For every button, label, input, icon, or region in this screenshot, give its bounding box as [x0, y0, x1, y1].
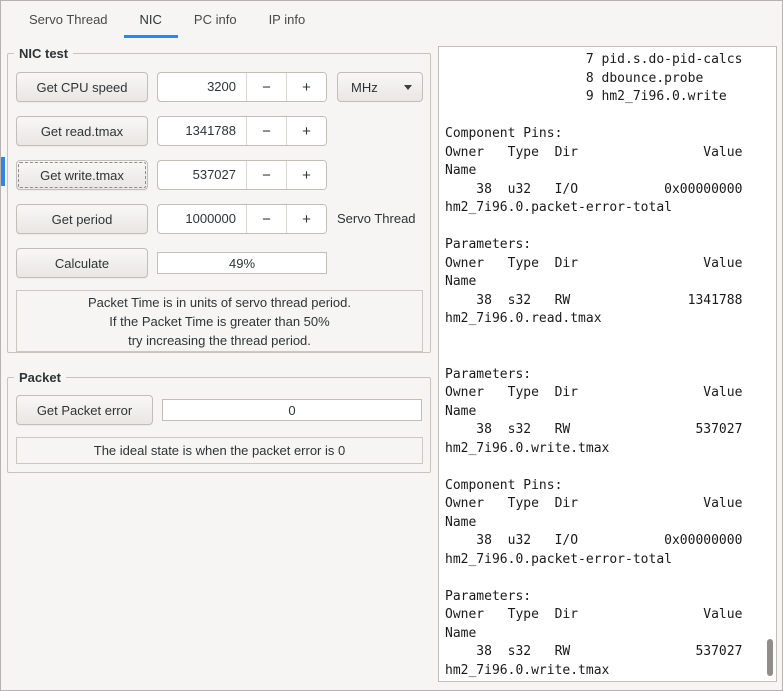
period-increment-button[interactable]: +	[286, 205, 326, 233]
get-cpu-speed-button[interactable]: Get CPU speed	[16, 72, 148, 102]
read-tmax-spinbox: 1341788 − +	[157, 116, 327, 146]
write-tmax-increment-button[interactable]: +	[286, 161, 326, 189]
packet-error-field[interactable]: 0	[162, 399, 422, 421]
tab-pc-info-label: PC info	[193, 12, 237, 27]
tab-pc-info[interactable]: PC info	[178, 1, 253, 38]
packet-error-note: The ideal state is when the packet error…	[16, 437, 423, 464]
dropdown-arrow-icon	[404, 84, 412, 90]
packet-frame-title: Packet	[14, 368, 66, 388]
cpu-speed-spinbox: 3200 − +	[157, 72, 327, 102]
hal-output-panel: 7 pid.s.do-pid-calcs 8 dbounce.probe 9 h…	[438, 46, 777, 682]
read-tmax-increment-button[interactable]: +	[286, 117, 326, 145]
nic-test-frame-title: NIC test	[14, 44, 74, 64]
cpu-speed-decrement-button[interactable]: −	[246, 73, 286, 101]
get-read-tmax-button[interactable]: Get read.tmax	[16, 116, 148, 146]
plus-icon: +	[302, 122, 311, 140]
minus-icon: −	[262, 210, 271, 228]
tab-servo-thread-label: Servo Thread	[29, 12, 108, 27]
servo-thread-label: Servo Thread	[337, 211, 416, 226]
tab-ip-info-label: IP info	[268, 12, 306, 27]
packet-time-progress: 49%	[157, 252, 327, 274]
cpu-speed-value[interactable]: 3200	[158, 73, 246, 101]
tab-nic-label: NIC	[139, 12, 162, 27]
period-spinbox: 1000000 − +	[157, 204, 327, 234]
period-value[interactable]: 1000000	[158, 205, 246, 233]
cpu-speed-increment-button[interactable]: +	[286, 73, 326, 101]
write-tmax-decrement-button[interactable]: −	[246, 161, 286, 189]
cpu-speed-unit-dropdown[interactable]: MHz	[337, 72, 423, 102]
packet-time-note: Packet Time is in units of servo thread …	[16, 290, 423, 352]
tab-bar: Servo Thread NIC PC info IP info	[1, 1, 442, 38]
get-write-tmax-button[interactable]: Get write.tmax	[16, 160, 148, 190]
tab-nic[interactable]: NIC	[123, 1, 178, 38]
tab-ip-info[interactable]: IP info	[253, 1, 322, 38]
minus-icon: −	[262, 78, 271, 96]
packet-frame: Packet Get Packet error 0 The ideal stat…	[7, 368, 431, 473]
app-window: Servo Thread NIC PC info IP info NIC tes…	[0, 0, 783, 691]
get-packet-error-button[interactable]: Get Packet error	[16, 395, 153, 425]
period-decrement-button[interactable]: −	[246, 205, 286, 233]
plus-icon: +	[302, 210, 311, 228]
write-tmax-value[interactable]: 537027	[158, 161, 246, 189]
minus-icon: −	[262, 166, 271, 184]
cpu-speed-unit-value: MHz	[351, 79, 378, 95]
hal-output-text: 7 pid.s.do-pid-calcs 8 dbounce.probe 9 h…	[445, 52, 743, 678]
read-tmax-decrement-button[interactable]: −	[246, 117, 286, 145]
vertical-scrollbar-thumb[interactable]	[767, 639, 773, 676]
plus-icon: +	[302, 78, 311, 96]
left-edge-focus-indicator	[1, 157, 5, 186]
write-tmax-spinbox: 537027 − +	[157, 160, 327, 190]
active-tab-indicator	[123, 35, 178, 38]
tab-servo-thread[interactable]: Servo Thread	[13, 1, 124, 38]
get-period-button[interactable]: Get period	[16, 204, 148, 234]
minus-icon: −	[262, 122, 271, 140]
calculate-button[interactable]: Calculate	[16, 248, 148, 278]
read-tmax-value[interactable]: 1341788	[158, 117, 246, 145]
plus-icon: +	[302, 166, 311, 184]
nic-test-frame: NIC test Get CPU speed 3200 − + MHz Get …	[7, 44, 431, 353]
